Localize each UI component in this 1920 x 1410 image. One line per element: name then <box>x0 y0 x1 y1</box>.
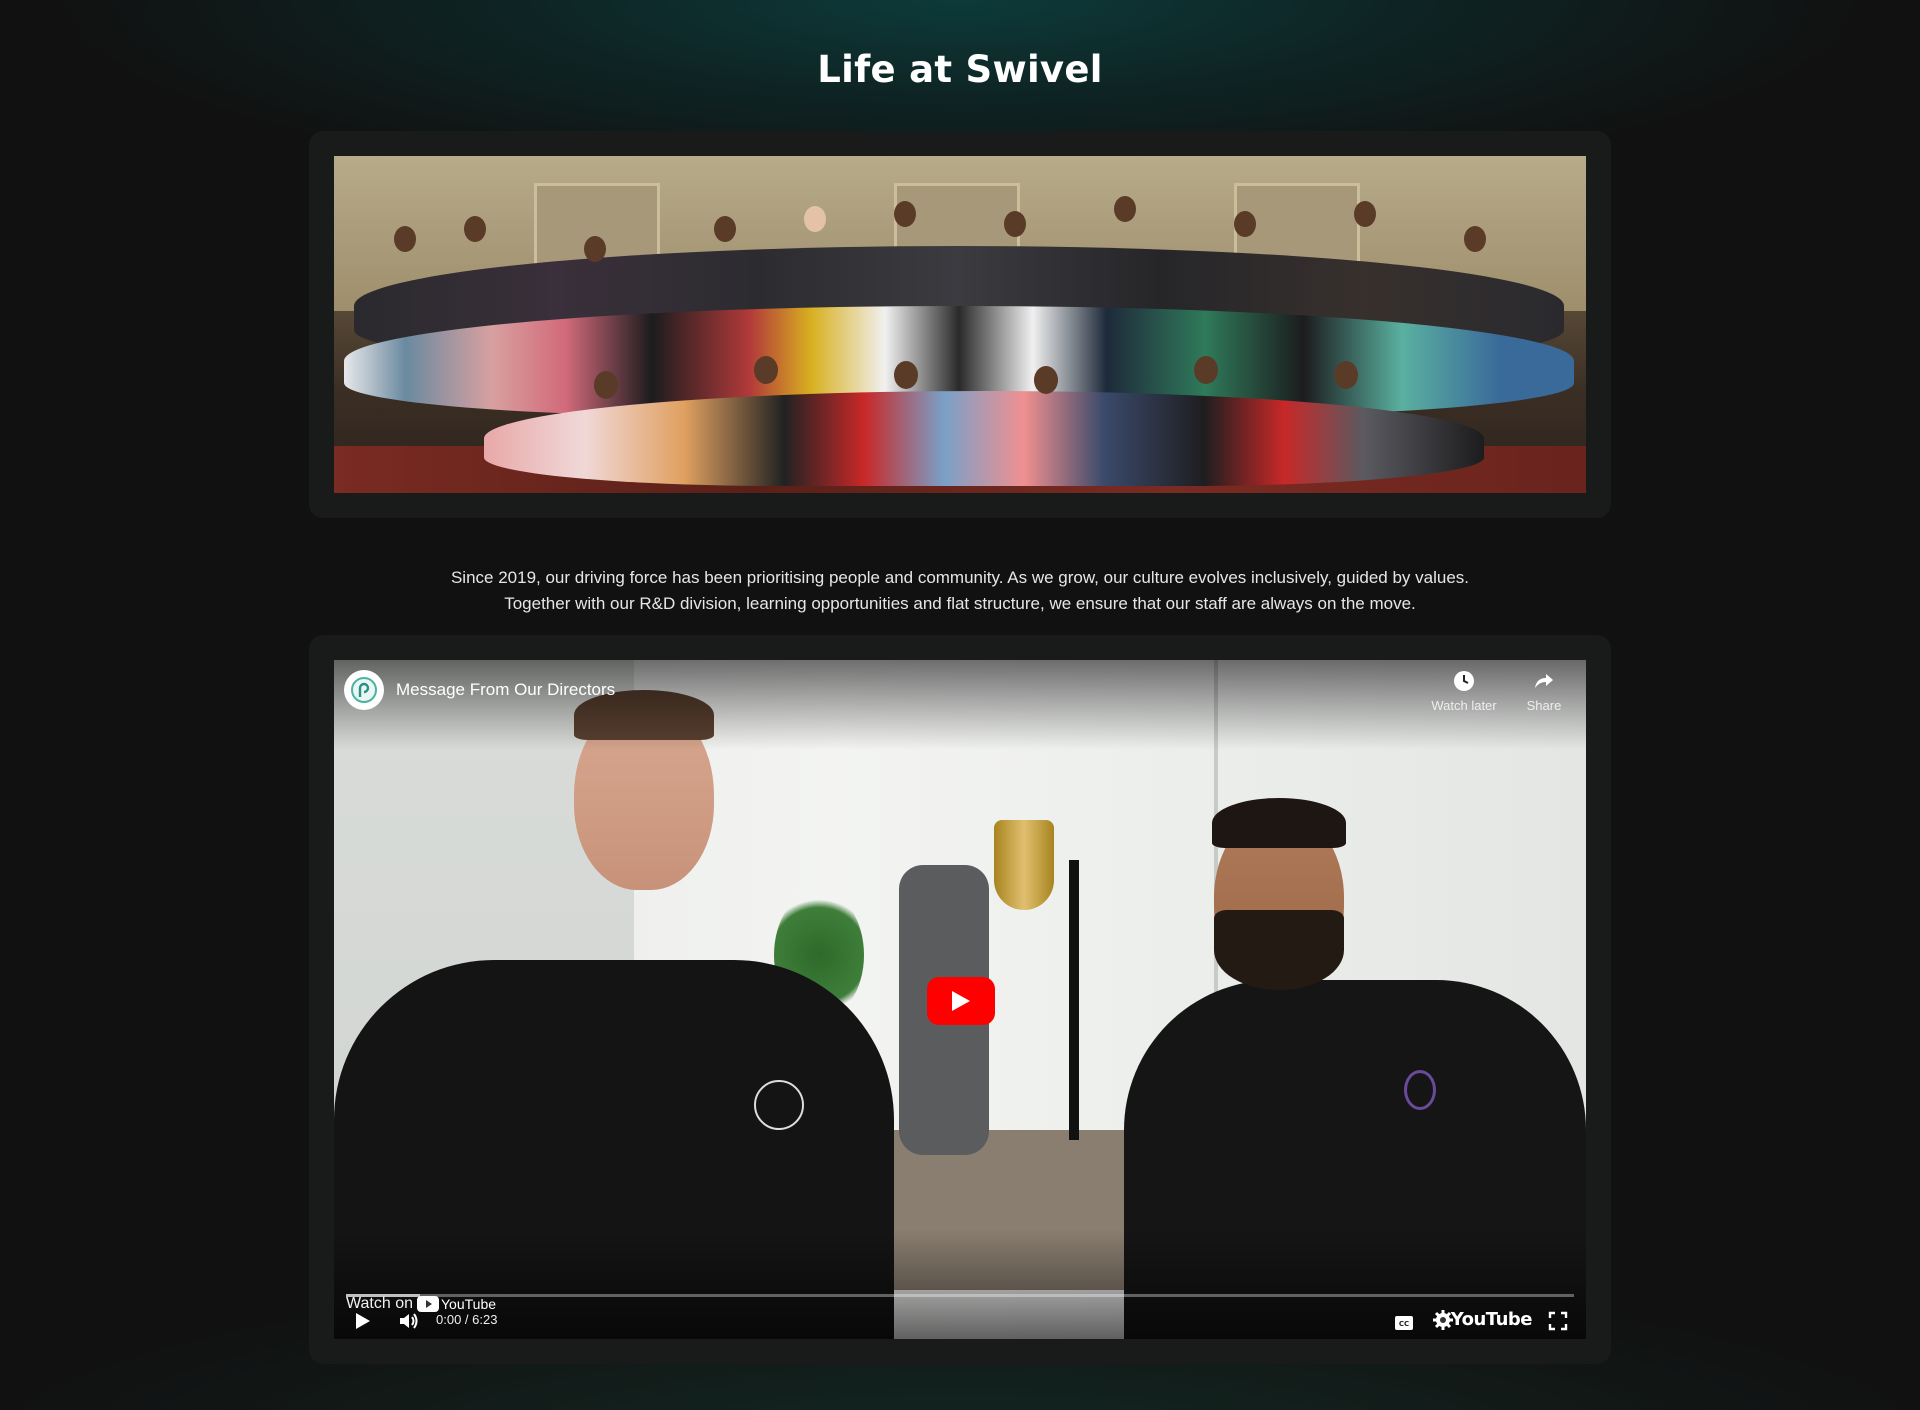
progress-bar[interactable] <box>346 1294 1574 1297</box>
time-display: 0:00 / 6:23 <box>436 1312 498 1327</box>
shirt-logo-left <box>754 1080 804 1130</box>
youtube-small-label: YouTube <box>441 1296 497 1312</box>
play-small-icon <box>356 1313 370 1329</box>
youtube-brand-link[interactable]: YouTube <box>1450 1309 1533 1330</box>
video-title[interactable]: Message From Our Directors <box>396 680 615 700</box>
team-photo <box>334 156 1586 493</box>
desk-lamp <box>994 820 1054 910</box>
share-arrow-icon <box>1535 674 1553 688</box>
watch-later-label: Watch later <box>1431 698 1497 713</box>
watch-later-button[interactable]: Watch later <box>1424 670 1504 713</box>
youtube-wordmark: YouTube <box>1450 1309 1533 1330</box>
channel-logo-icon <box>351 677 377 703</box>
channel-avatar[interactable] <box>344 670 384 710</box>
description-line-2: Together with our R&D division, learning… <box>504 594 1416 613</box>
share-button[interactable]: Share <box>1504 670 1584 713</box>
captions-button[interactable]: CC <box>1394 1315 1414 1331</box>
shirt-logo-right <box>1404 1070 1436 1110</box>
svg-text:CC: CC <box>1399 1320 1409 1328</box>
play-icon <box>952 991 970 1011</box>
youtube-logo-icon <box>417 1296 439 1312</box>
fullscreen-icon <box>1548 1311 1568 1331</box>
share-label: Share <box>1526 698 1562 713</box>
volume-icon <box>400 1313 418 1329</box>
video-player[interactable]: Message From Our Directors Watch later S… <box>334 660 1586 1339</box>
video-card: Message From Our Directors Watch later S… <box>309 635 1611 1364</box>
description-line-1: Since 2019, our driving force has been p… <box>450 568 1470 587</box>
team-photo-card <box>309 131 1611 518</box>
play-button-large[interactable] <box>927 977 995 1025</box>
page-title: Life at Swivel <box>817 48 1103 91</box>
culture-description: Since 2019, our driving force has been p… <box>0 565 1920 617</box>
play-pause-button[interactable] <box>354 1311 372 1331</box>
mute-button[interactable] <box>398 1311 420 1331</box>
clock-icon <box>1454 671 1474 691</box>
fullscreen-button[interactable] <box>1548 1311 1568 1331</box>
captions-icon: CC <box>1395 1316 1413 1330</box>
